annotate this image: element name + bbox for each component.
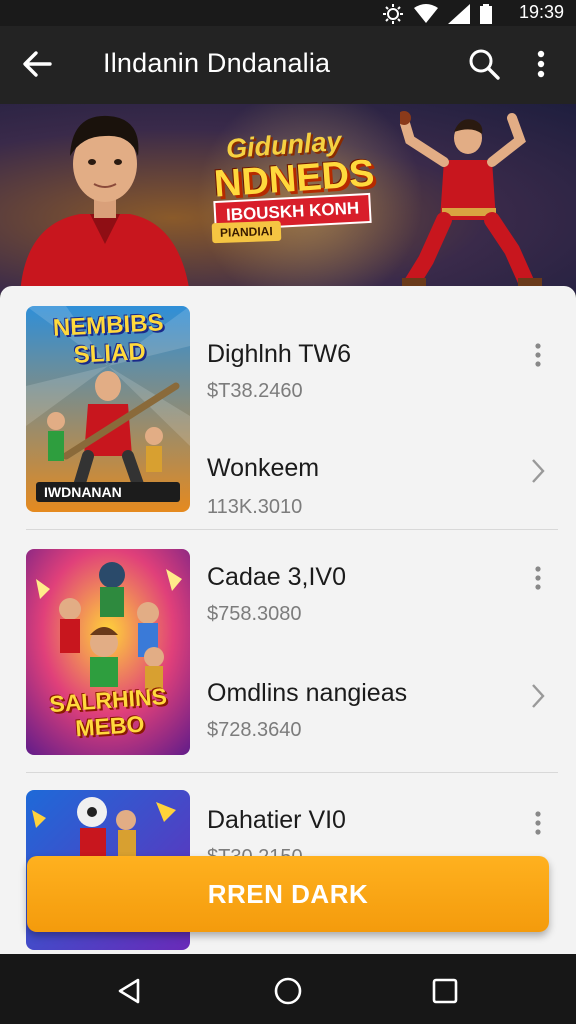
item-subprice: $728.3640 — [207, 719, 302, 741]
divider — [26, 772, 558, 773]
thumbnail-title: SALRHINS MEBO — [48, 682, 168, 742]
item-subtitle: Wonkeem — [207, 454, 320, 482]
hero-fighter-illustration — [400, 111, 542, 294]
app-bar: Ilndanin Dndanalia — [0, 26, 576, 104]
game-thumbnail[interactable]: SALRHINS MEBO — [26, 549, 190, 755]
item-menu-icon[interactable] — [528, 340, 548, 370]
item-menu-icon[interactable] — [528, 563, 548, 593]
item-title: Dighlnh TW6 — [207, 340, 352, 368]
status-icons — [382, 3, 492, 25]
item-subtitle: Omdlins nangieas — [207, 679, 408, 707]
hero-badge: PIANDIAI — [211, 220, 281, 244]
game-list: NEMBIBS SLIAD IWDNANAN Dighlnh TW6 $T38.… — [0, 286, 576, 954]
system-nav-bar — [0, 954, 576, 1024]
battery-icon — [480, 4, 492, 24]
home-circle-icon[interactable] — [273, 976, 303, 1006]
recents-square-icon[interactable] — [430, 976, 460, 1006]
item-subprice: 113K.3010 — [207, 496, 303, 518]
hero-banner[interactable]: Gidunlay NDNEDS IBOUSKH KONH PIANDIAI — [0, 104, 576, 294]
item-title: Cadae 3,IV0 — [207, 563, 346, 591]
primary-action-button[interactable]: RREN DARK — [27, 856, 549, 932]
thumbnail-footer: IWDNANAN — [44, 484, 122, 500]
item-price: $T38.2460 — [207, 380, 303, 402]
divider — [26, 529, 558, 530]
wifi-icon — [414, 4, 438, 23]
status-time: 19:39 — [518, 2, 564, 22]
more-vert-icon[interactable] — [526, 46, 556, 82]
item-price: $758.3080 — [207, 603, 302, 625]
page-title: Ilndanin Dndanalia — [103, 48, 331, 78]
brightness-icon — [383, 4, 403, 24]
back-triangle-icon[interactable] — [114, 976, 144, 1006]
status-bar: 19:39 — [0, 0, 576, 26]
item-menu-icon[interactable] — [528, 808, 548, 838]
back-arrow-icon[interactable] — [20, 46, 56, 82]
chevron-right-icon[interactable] — [528, 456, 548, 486]
thumbnail-title: NEMBIBS SLIAD — [52, 309, 165, 369]
chevron-right-icon[interactable] — [528, 681, 548, 711]
search-icon[interactable] — [466, 46, 502, 82]
hero-man-illustration — [20, 115, 190, 294]
signal-icon — [448, 4, 470, 24]
game-thumbnail[interactable]: NEMBIBS SLIAD IWDNANAN — [26, 306, 190, 512]
item-title: Dahatier VI0 — [207, 806, 346, 834]
